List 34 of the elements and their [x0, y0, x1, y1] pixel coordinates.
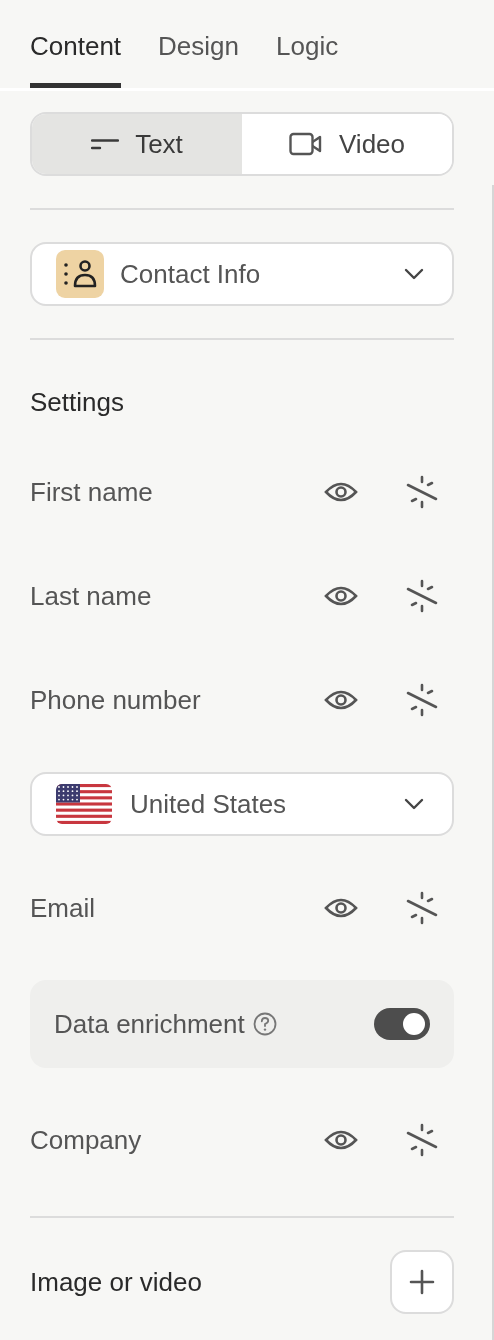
- lines-icon: [91, 138, 120, 150]
- toggle-switch[interactable]: [374, 1008, 430, 1040]
- flag-icon: [56, 784, 112, 824]
- eye-icon[interactable]: [324, 1128, 358, 1152]
- eye-icon[interactable]: [324, 896, 358, 920]
- add-button[interactable]: [390, 1250, 454, 1314]
- sparkle-slash-icon[interactable]: [406, 1123, 438, 1157]
- block-type-dropdown[interactable]: Contact Info: [30, 242, 454, 306]
- chevron-down-icon: [404, 268, 424, 280]
- eye-icon[interactable]: [324, 480, 358, 504]
- tab[interactable]: Logic: [276, 0, 339, 88]
- toggle-label: Data enrichment: [54, 1008, 245, 1040]
- help-icon[interactable]: [252, 1012, 277, 1036]
- chevron-down-icon: [404, 798, 424, 810]
- video-camera-icon: [289, 132, 323, 156]
- field-label: First name: [30, 476, 154, 508]
- eye-icon[interactable]: [324, 584, 358, 608]
- field-label: Phone number: [30, 684, 202, 716]
- mode-option[interactable]: Text: [32, 114, 242, 174]
- country-dropdown[interactable]: United States: [30, 772, 454, 836]
- field-label: Last name: [30, 580, 153, 612]
- sparkle-slash-icon[interactable]: [406, 891, 438, 925]
- plus-icon: [409, 1269, 435, 1295]
- section-title: Image or video: [30, 1266, 202, 1298]
- contact-list-icon: [56, 250, 104, 298]
- sparkle-slash-icon[interactable]: [406, 683, 438, 717]
- tab[interactable]: Design: [158, 0, 239, 88]
- sparkle-slash-icon[interactable]: [406, 579, 438, 613]
- section-title: Settings: [30, 386, 125, 419]
- tab[interactable]: Content: [30, 0, 122, 88]
- field-label: Company: [30, 1124, 143, 1156]
- sparkle-slash-icon[interactable]: [406, 475, 438, 509]
- eye-icon[interactable]: [324, 688, 358, 712]
- field-label: Email: [30, 892, 96, 924]
